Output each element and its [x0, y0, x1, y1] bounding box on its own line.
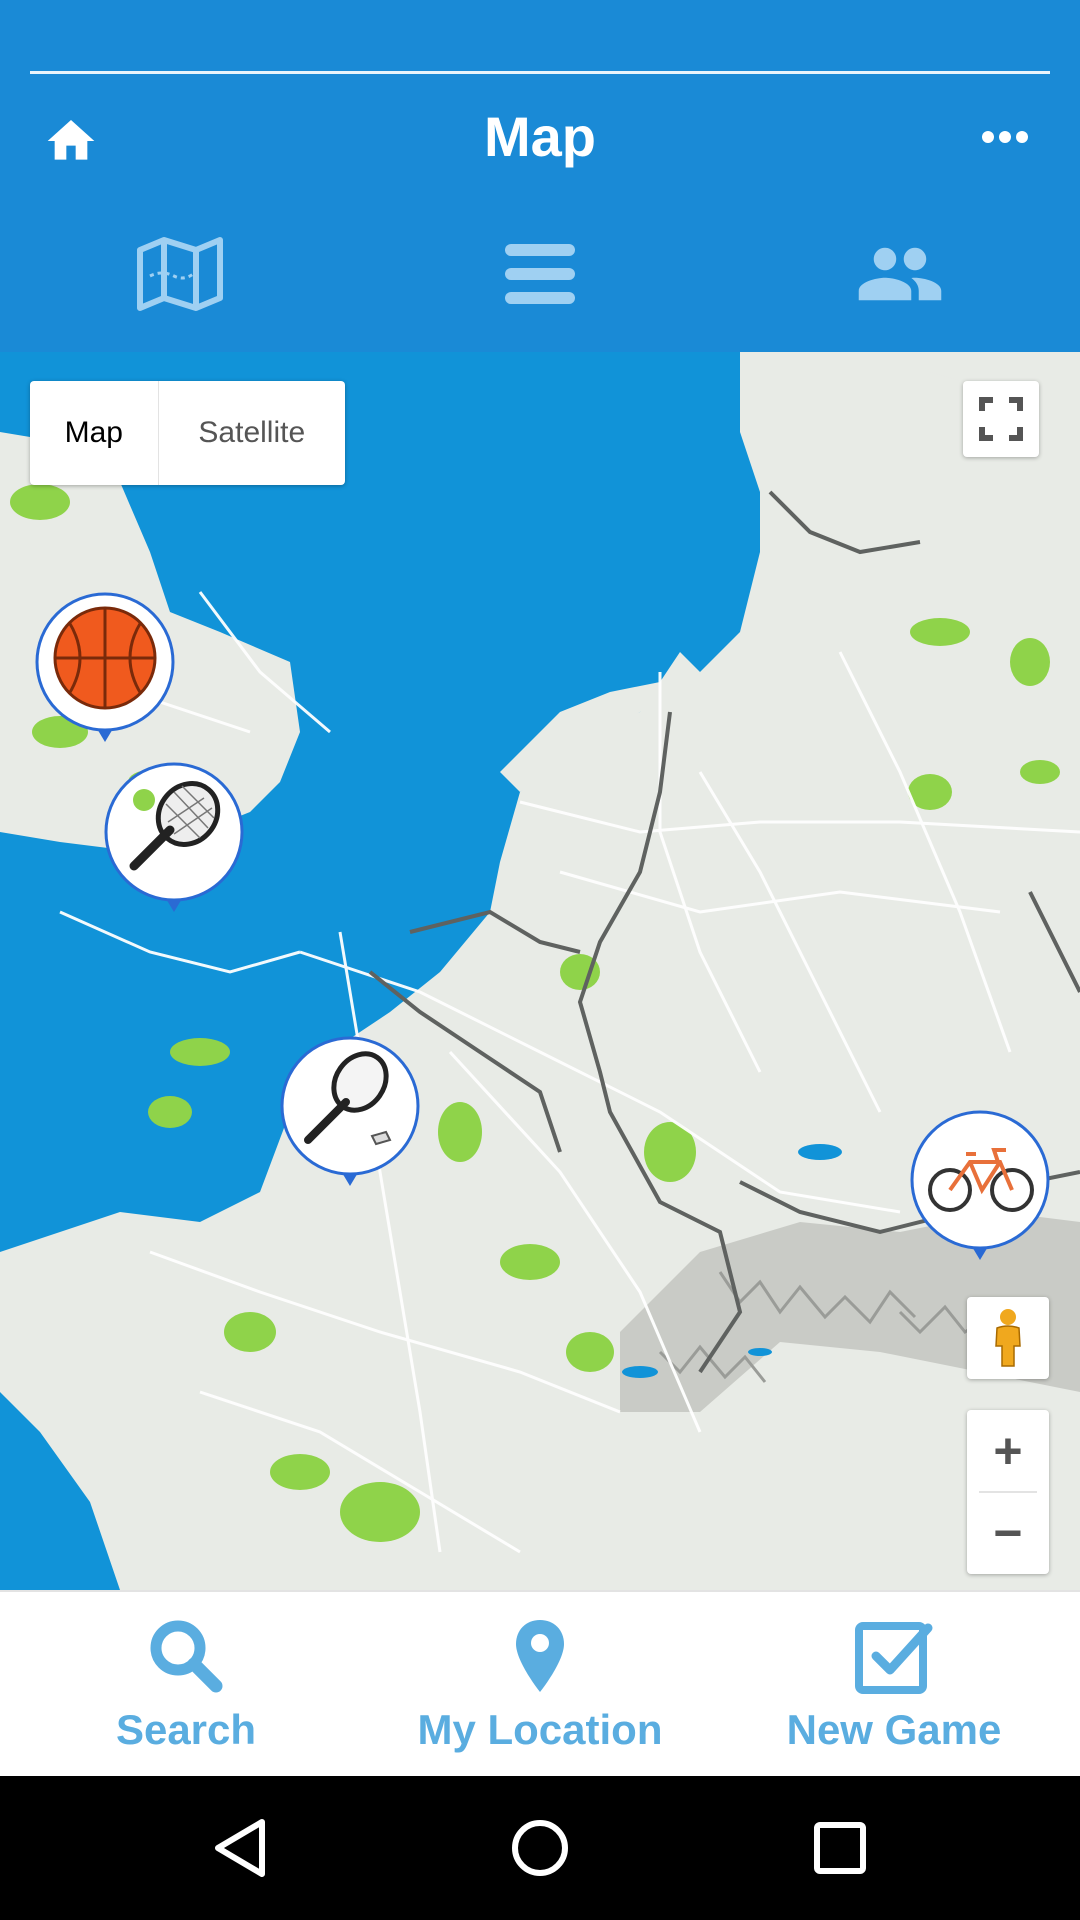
tab-list[interactable] [480, 226, 600, 322]
my-location-label: My Location [417, 1706, 663, 1753]
marker-badminton[interactable] [280, 1036, 420, 1196]
map-tiles [0, 352, 1080, 1590]
page-title: Map [484, 105, 596, 168]
zoom-in-button[interactable]: + [967, 1410, 1049, 1492]
street-view-pegman-icon [995, 1309, 1021, 1367]
map-view[interactable] [0, 352, 1080, 1590]
tab-map[interactable] [120, 226, 240, 322]
checkbox-icon [855, 1622, 933, 1694]
search-button[interactable]: Search [6, 1592, 366, 1778]
marker-tennis[interactable] [104, 762, 244, 922]
list-icon [505, 244, 575, 304]
more-button[interactable] [970, 112, 1040, 162]
bottom-nav: Search My Location New Game [0, 1590, 1080, 1778]
system-recents-button[interactable] [800, 1808, 880, 1888]
marker-cycling[interactable] [910, 1110, 1050, 1270]
search-label: Search [115, 1706, 257, 1753]
street-view-button[interactable] [967, 1297, 1049, 1379]
system-back-button[interactable] [200, 1808, 280, 1888]
fullscreen-button[interactable] [963, 381, 1039, 457]
my-location-button[interactable]: My Location [360, 1592, 720, 1778]
system-navigation-bar [0, 1776, 1080, 1920]
recents-square-icon [814, 1822, 866, 1874]
basketball-icon [53, 606, 157, 710]
home-circle-icon [512, 1820, 568, 1876]
map-type-control: Map Satellite [30, 381, 345, 485]
map-icon [137, 237, 223, 311]
map-type-satellite[interactable]: Satellite [159, 381, 345, 485]
fullscreen-icon [979, 397, 1023, 441]
people-icon [858, 247, 942, 301]
new-game-label: New Game [786, 1706, 1002, 1753]
back-triangle-icon [215, 1819, 265, 1877]
header-divider [30, 71, 1050, 74]
zoom-out-button[interactable]: − [967, 1492, 1049, 1574]
more-horizontal-icon [982, 131, 1028, 143]
system-home-button[interactable] [500, 1808, 580, 1888]
zoom-control: + − [967, 1410, 1049, 1574]
search-icon [150, 1620, 223, 1693]
new-game-button[interactable]: New Game [714, 1592, 1074, 1778]
marker-basketball[interactable] [35, 592, 175, 752]
app-header: Map [0, 0, 1080, 352]
tab-people[interactable] [840, 226, 960, 322]
location-pin-icon [516, 1620, 564, 1692]
map-type-map[interactable]: Map [30, 381, 159, 485]
